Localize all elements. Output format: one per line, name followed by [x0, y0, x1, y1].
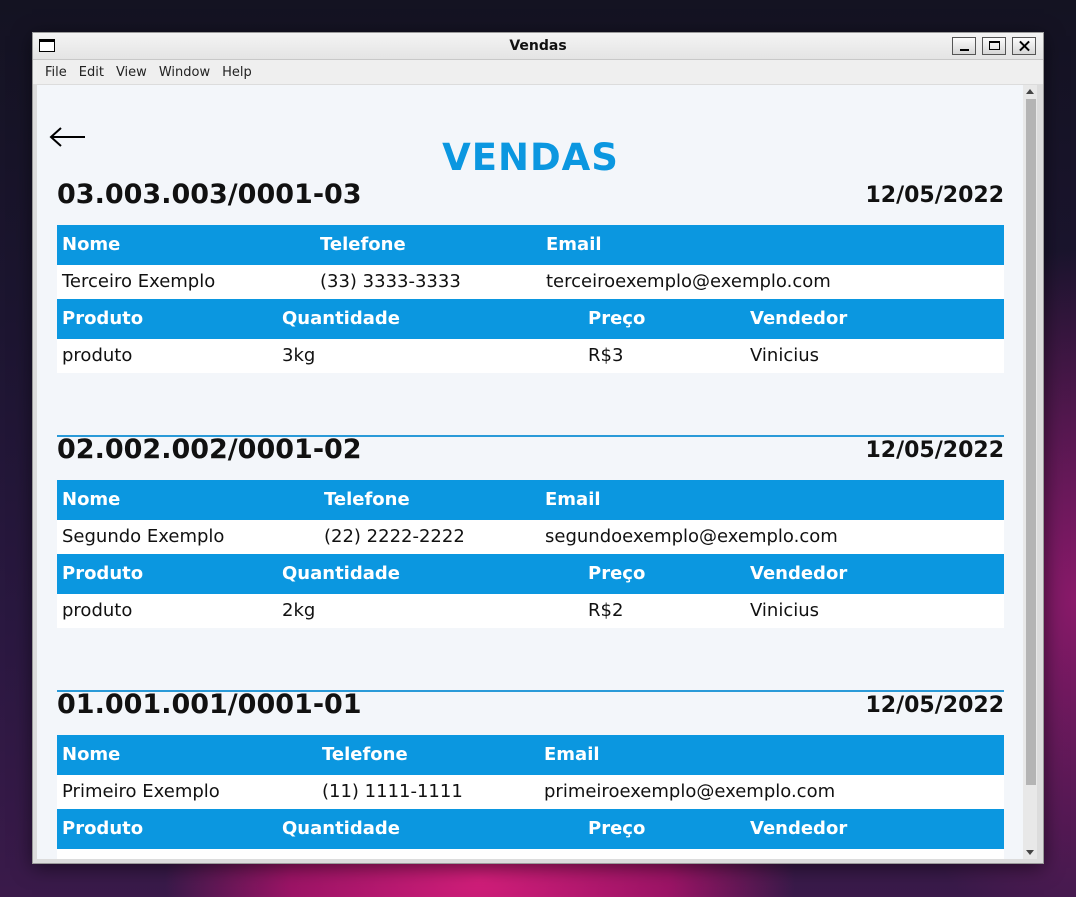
maximize-button[interactable]: [982, 37, 1006, 55]
scroll-up-arrow-icon[interactable]: [1026, 89, 1034, 94]
sale-header: 01.001.001/0001-01 12/05/2022: [57, 687, 1004, 735]
customer-nome: Terceiro Exemplo: [62, 271, 216, 292]
product-quantidade: 2kg: [282, 600, 316, 621]
menu-window[interactable]: Window: [153, 65, 216, 80]
sale-card: 02.002.002/0001-02 12/05/2022 Nome Telef…: [57, 432, 1004, 628]
header-vendedor: Vendedor: [750, 308, 848, 329]
product-row: produto 2kg R$2 Vinicius: [57, 594, 1004, 628]
header-produto: Produto: [62, 563, 144, 584]
sale-card: 01.001.001/0001-01 12/05/2022 Nome Telef…: [57, 687, 1004, 859]
customer-nome: Primeiro Exemplo: [62, 781, 220, 802]
menu-edit[interactable]: Edit: [73, 65, 110, 80]
customer-email: terceiroexemplo@exemplo.com: [546, 271, 831, 292]
header-preco: Preço: [588, 563, 646, 584]
header-vendedor: Vendedor: [750, 563, 848, 584]
customer-header-row: Nome Telefone Email: [57, 480, 1004, 520]
product-row: produto 3kg R$3 Vinicius: [57, 339, 1004, 373]
header-telefone: Telefone: [320, 234, 406, 255]
sale-cnpj: 02.002.002/0001-02: [57, 434, 362, 465]
product-header-row: Produto Quantidade Preço Vendedor: [57, 299, 1004, 339]
header-vendedor: Vendedor: [750, 818, 848, 839]
product-quantidade: 3kg: [282, 345, 316, 366]
customer-email: primeiroexemplo@exemplo.com: [544, 781, 836, 802]
header-preco: Preço: [588, 818, 646, 839]
menu-view[interactable]: View: [110, 65, 153, 80]
customer-row: Terceiro Exemplo (33) 3333-3333 terceiro…: [57, 265, 1004, 299]
customer-telefone: (11) 1111-1111: [322, 781, 463, 802]
sale-cnpj: 01.001.001/0001-01: [57, 689, 362, 720]
menu-file[interactable]: File: [39, 65, 73, 80]
product-header-row: Produto Quantidade Preço Vendedor: [57, 809, 1004, 849]
product-vendedor: Vinicius: [750, 345, 820, 366]
header-email: Email: [544, 744, 600, 765]
header-produto: Produto: [62, 308, 144, 329]
header-nome: Nome: [62, 234, 121, 255]
sale-card: 03.003.003/0001-03 12/05/2022 Nome Telef…: [57, 177, 1004, 373]
product-produto: produto: [62, 345, 133, 366]
menu-bar: File Edit View Window Help: [33, 60, 1043, 84]
scroll-down-arrow-icon[interactable]: [1026, 850, 1034, 855]
customer-row: Segundo Exemplo (22) 2222-2222 segundoex…: [57, 520, 1004, 554]
page-title: VENDAS: [442, 136, 619, 179]
customer-header-row: Nome Telefone Email: [57, 225, 1004, 265]
sale-date: 12/05/2022: [865, 438, 1004, 463]
customer-row: Primeiro Exemplo (11) 1111-1111 primeiro…: [57, 775, 1004, 809]
header-telefone: Telefone: [322, 744, 408, 765]
header-quantidade: Quantidade: [282, 818, 400, 839]
header-email: Email: [545, 489, 601, 510]
customer-telefone: (22) 2222-2222: [324, 526, 465, 547]
product-preco: R$2: [588, 600, 624, 621]
header-nome: Nome: [62, 489, 121, 510]
product-vendedor: Vinicius: [750, 600, 820, 621]
close-button[interactable]: [1012, 37, 1036, 55]
header-quantidade: Quantidade: [282, 308, 400, 329]
header-nome: Nome: [62, 744, 121, 765]
product-preco: R$3: [588, 345, 624, 366]
product-produto: produto: [62, 600, 133, 621]
header-quantidade: Quantidade: [282, 563, 400, 584]
app-window: Vendas File Edit View Window Help VENDAS…: [32, 32, 1044, 864]
vertical-scrollbar[interactable]: [1023, 85, 1037, 859]
customer-email: segundoexemplo@exemplo.com: [545, 526, 838, 547]
header-email: Email: [546, 234, 602, 255]
menu-help[interactable]: Help: [216, 65, 258, 80]
product-header-row: Produto Quantidade Preço Vendedor: [57, 554, 1004, 594]
sale-date: 12/05/2022: [865, 183, 1004, 208]
header-produto: Produto: [62, 818, 144, 839]
customer-nome: Segundo Exemplo: [62, 526, 225, 547]
window-title: Vendas: [509, 38, 567, 54]
minimize-button[interactable]: [952, 37, 976, 55]
sale-date: 12/05/2022: [865, 693, 1004, 718]
sale-cnpj: 03.003.003/0001-03: [57, 179, 362, 210]
sale-header: 02.002.002/0001-02 12/05/2022: [57, 432, 1004, 480]
customer-telefone: (33) 3333-3333: [320, 271, 461, 292]
scroll-thumb[interactable]: [1026, 99, 1036, 785]
content-area: VENDAS 03.003.003/0001-03 12/05/2022 Nom…: [37, 85, 1024, 859]
title-bar[interactable]: Vendas: [33, 33, 1043, 60]
header-preco: Preço: [588, 308, 646, 329]
customer-header-row: Nome Telefone Email: [57, 735, 1004, 775]
product-row: [57, 849, 1004, 859]
header-telefone: Telefone: [324, 489, 410, 510]
sale-header: 03.003.003/0001-03 12/05/2022: [57, 177, 1004, 225]
